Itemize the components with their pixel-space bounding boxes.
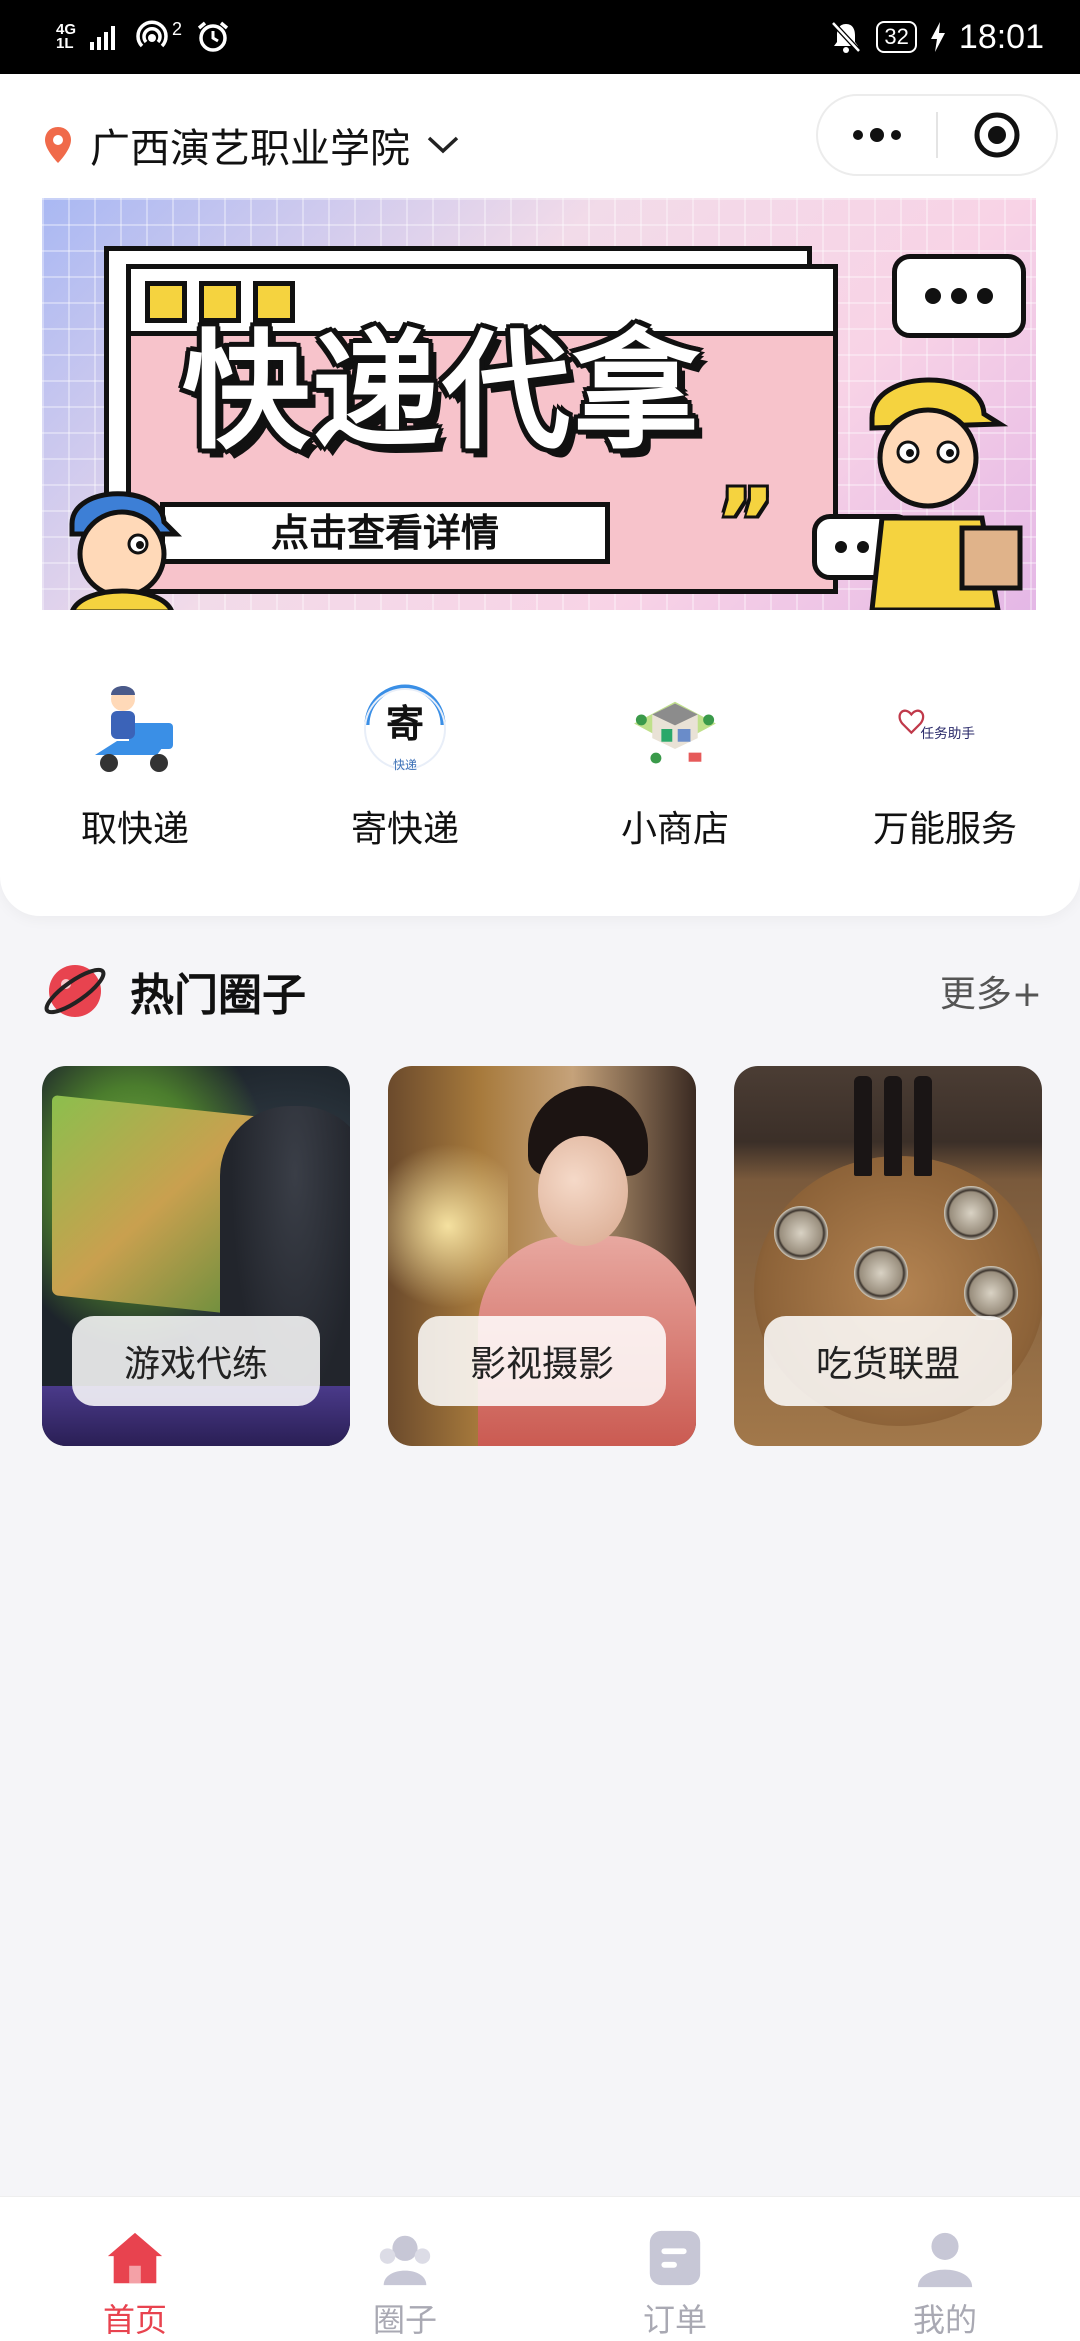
card-image-bottle	[884, 1076, 902, 1176]
card-image-dish	[964, 1266, 1018, 1320]
hot-circles-title: 热门圈子	[130, 970, 306, 1021]
service-label: 寄快递	[350, 809, 459, 850]
card-image-bottle	[854, 1076, 872, 1176]
service-label: 取快递	[80, 809, 189, 850]
service-grid: 取快递 寄 快递 寄快递 小商店 任务助手 万能服务	[0, 674, 1080, 874]
tab-label: 我的	[912, 2301, 977, 2339]
card-image-face	[538, 1136, 628, 1246]
group-icon	[379, 2235, 431, 2286]
status-left: 4G 1L 2	[56, 18, 230, 54]
chevron-down-icon	[427, 136, 459, 154]
clock: 18:01	[958, 17, 1044, 56]
service-all[interactable]: 任务助手 万能服务	[810, 674, 1080, 874]
tab-label: 圈子	[372, 2301, 437, 2339]
tab-mine[interactable]: 我的	[810, 2197, 1080, 2341]
banner-title: 快递代拿	[181, 318, 702, 467]
service-label: 万能服务	[872, 809, 1017, 850]
target-close-icon	[974, 112, 1020, 158]
circle-card-film[interactable]: 影视摄影	[388, 1066, 696, 1446]
service-send[interactable]: 寄 快递 寄快递	[270, 674, 540, 874]
circle-card-food[interactable]: 吃货联盟	[734, 1066, 1042, 1446]
card-image-dish	[944, 1186, 998, 1240]
network-sub-label: 1L	[56, 35, 74, 52]
send-package-icon: 寄 快递	[355, 674, 455, 784]
card-image-dish	[774, 1206, 828, 1260]
speech-bubble-icon	[892, 254, 1026, 338]
hot-circles-header: 热门圈子 更多+	[42, 956, 1042, 1026]
send-icon-char: 寄	[386, 702, 424, 746]
more-link[interactable]: 更多+	[940, 965, 1042, 1017]
circle-card-gaming[interactable]: 游戏代练	[42, 1066, 350, 1446]
hotspot-icon	[136, 20, 168, 48]
circle-card-label: 影视摄影	[418, 1316, 666, 1406]
send-icon-subtext: 快递	[393, 758, 417, 772]
top-card: 广西演艺职业学院 快递代拿 点击查看详情 ” 取快递 寄 快递 寄快递 小商店 …	[0, 74, 1080, 916]
charging-icon	[930, 22, 945, 52]
order-icon	[649, 2230, 701, 2286]
hot-circles-list: 游戏代练 影视摄影 吃货联盟	[42, 1066, 1042, 1446]
task-helper-text: 任务助手	[920, 726, 975, 742]
miniprogram-capsule	[816, 94, 1058, 176]
courier-left-illustration	[69, 491, 183, 610]
courier-right-illustration	[869, 377, 1023, 610]
status-bar: 4G 1L 2 32 18:01	[0, 0, 1080, 74]
planet-icon	[44, 965, 106, 1017]
location-selector[interactable]: 广西演艺职业学院	[42, 116, 460, 174]
battery-level: 32	[876, 21, 917, 53]
quote-mark-icon: ”	[716, 470, 776, 575]
more-dots-icon	[853, 128, 901, 142]
mute-bell-icon	[831, 21, 862, 53]
location-name: 广西演艺职业学院	[90, 126, 410, 172]
courier-pickup-icon	[85, 674, 185, 784]
banner-subtitle: 点击查看详情	[160, 502, 610, 564]
circle-card-label: 游戏代练	[72, 1316, 320, 1406]
location-pin-icon	[45, 127, 71, 163]
circle-card-label: 吃货联盟	[764, 1316, 1012, 1406]
network-type: 4G 1L	[56, 22, 76, 52]
shop-icon	[625, 674, 725, 784]
service-label: 小商店	[620, 809, 729, 850]
tab-home[interactable]: 首页	[0, 2197, 270, 2341]
task-helper-icon: 任务助手	[895, 674, 995, 784]
service-pickup[interactable]: 取快递	[0, 674, 270, 874]
tab-label: 首页	[102, 2301, 167, 2339]
alarm-icon	[197, 21, 229, 52]
status-right: 32 18:01	[830, 18, 1044, 57]
card-image-bottle	[914, 1076, 932, 1176]
service-shop[interactable]: 小商店	[540, 674, 810, 874]
user-icon	[917, 2232, 973, 2288]
tab-label: 订单	[642, 2301, 707, 2339]
close-miniprogram-button[interactable]	[938, 96, 1056, 174]
bottom-tab-bar: 首页 圈子 订单 我的	[0, 2196, 1080, 2341]
card-image-dish	[854, 1246, 908, 1300]
tab-orders[interactable]: 订单	[540, 2197, 810, 2341]
signal-icon	[90, 26, 116, 50]
promo-banner[interactable]: 快递代拿 点击查看详情 ”	[42, 198, 1036, 610]
home-icon	[107, 2232, 163, 2284]
hotspot-count: 2	[172, 18, 183, 39]
more-button[interactable]	[818, 96, 936, 174]
tab-circles[interactable]: 圈子	[270, 2197, 540, 2341]
